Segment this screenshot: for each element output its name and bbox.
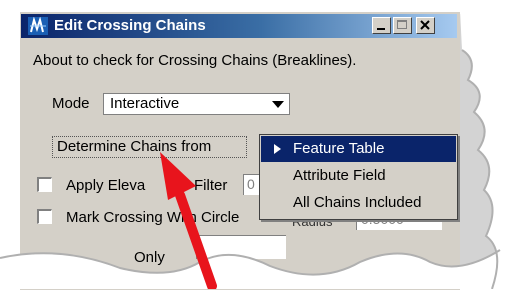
close-icon [420, 20, 430, 30]
submenu-arrow-icon [274, 144, 281, 154]
mark-crossing-label: Mark Crossing With Circle [66, 209, 240, 226]
determine-chains-label: Determine Chains from [57, 138, 212, 155]
menu-item-label: All Chains Included [293, 194, 422, 211]
menu-item-feature-table[interactable]: Feature Table [261, 136, 456, 162]
mode-label: Mode [52, 95, 90, 112]
chevron-down-icon[interactable] [269, 95, 287, 113]
filter-label: Filter [194, 177, 228, 194]
apply-elevation-checkbox[interactable] [37, 177, 52, 192]
menu-item-label: Attribute Field [293, 167, 386, 184]
determine-chains-button[interactable]: Determine Chains from [52, 136, 247, 158]
determine-chains-menu: Feature Table Attribute Field All Chains… [259, 134, 458, 220]
description-text: About to check for Crossing Chains (Brea… [33, 52, 357, 69]
app-icon [28, 17, 48, 35]
maximize-icon [397, 20, 407, 29]
apply-elevation-label: Apply Eleva [66, 177, 146, 194]
menu-item-all-chains-included[interactable]: All Chains Included [261, 190, 456, 216]
only-label: Only [134, 249, 165, 266]
mode-dropdown[interactable]: Interactive [103, 93, 290, 115]
only-input[interactable] [196, 235, 286, 259]
close-button[interactable] [416, 17, 435, 34]
maximize-button[interactable] [393, 17, 412, 34]
minimize-button[interactable] [372, 17, 391, 34]
mode-value: Interactive [110, 95, 180, 112]
minimize-icon [377, 28, 385, 30]
window-title: Edit Crossing Chains [54, 17, 206, 34]
menu-item-attribute-field[interactable]: Attribute Field [261, 163, 456, 189]
mark-crossing-checkbox[interactable] [37, 209, 52, 224]
menu-item-label: Feature Table [293, 140, 385, 157]
